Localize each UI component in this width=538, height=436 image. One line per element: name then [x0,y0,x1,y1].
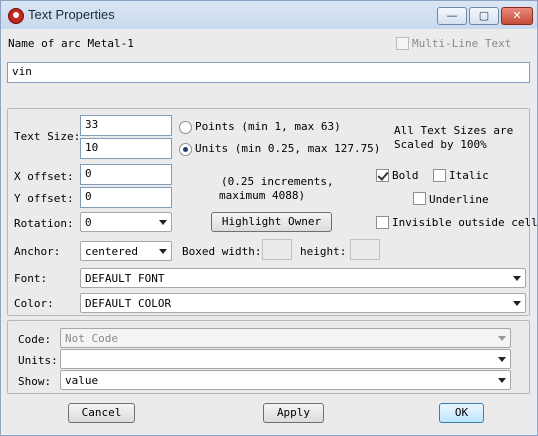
arc-name-label: Name of arc Metal-1 [8,37,134,50]
y-offset-input[interactable]: 0 [80,187,172,208]
units-select[interactable] [60,349,511,369]
font-label: Font: [14,272,48,285]
cancel-button[interactable]: Cancel [68,403,135,423]
code-label: Code: [18,333,52,346]
minimize-button[interactable]: — [437,7,467,25]
show-label: Show: [18,375,52,388]
units-size-input[interactable]: 10 [80,138,172,159]
boxed-height-input[interactable] [350,239,380,260]
color-select[interactable]: DEFAULT COLOR [80,293,526,313]
points-radio[interactable] [179,121,192,134]
units-radio-selected-dot [183,147,188,152]
units-label: Units: [18,354,58,367]
text-size-label: Text Size: [14,130,81,143]
points-radio-label: Points (min 1, max 63) [195,120,341,133]
italic-checkbox[interactable] [433,169,446,182]
italic-label: Italic [449,169,489,182]
x-offset-label: X offset: [14,170,74,183]
boxed-width-label: Boxed width: [182,245,262,258]
close-button[interactable]: ✕ [501,7,533,25]
points-size-input[interactable]: 33 [80,115,172,136]
color-value: DEFAULT COLOR [85,297,172,310]
anchor-label: Anchor: [14,245,61,258]
title-bar[interactable]: Text Properties — ▢ ✕ [1,1,537,29]
rotation-select[interactable]: 0 [80,212,172,232]
underline-label: Underline [429,193,489,206]
boxed-width-input[interactable] [262,239,292,260]
underline-checkbox[interactable] [413,192,426,205]
bold-label: Bold [392,169,419,182]
maximize-button[interactable]: ▢ [469,7,499,25]
chevron-down-icon [498,357,506,362]
chevron-down-icon [498,378,506,383]
chevron-down-icon [513,276,521,281]
scale-note-line1: All Text Sizes are [394,124,514,137]
code-select[interactable]: Not Code [60,328,511,348]
font-select[interactable]: DEFAULT FONT [80,268,526,288]
font-value: DEFAULT FONT [85,272,165,285]
chevron-down-icon [498,336,506,341]
anchor-value: centered [85,245,138,258]
dialog-body: Name of arc Metal-1 Multi-Line Text vin … [2,29,538,434]
multi-line-checkbox[interactable] [396,37,409,50]
color-label: Color: [14,297,54,310]
chevron-down-icon [159,249,167,254]
bold-checkbox[interactable] [376,169,389,182]
chevron-down-icon [159,220,167,225]
app-icon [8,8,24,24]
highlight-owner-button[interactable]: Highlight Owner [211,212,332,232]
x-offset-input[interactable]: 0 [80,164,172,185]
show-select[interactable]: value [60,370,511,390]
anchor-select[interactable]: centered [80,241,172,261]
rotation-value: 0 [85,216,92,229]
scale-note-line2: Scaled by 100% [394,138,487,151]
rotation-label: Rotation: [14,217,74,230]
y-offset-label: Y offset: [14,192,74,205]
increments-note-line1: (0.25 increments, [221,175,334,188]
units-radio[interactable] [179,143,192,156]
bold-checkmark-icon [377,169,389,181]
text-properties-dialog: Text Properties — ▢ ✕ Name of arc Metal-… [0,0,538,436]
invisible-outside-cell-checkbox[interactable] [376,216,389,229]
increments-note-line2: maximum 4088) [219,189,306,202]
ok-button[interactable]: OK [439,403,484,423]
chevron-down-icon [513,301,521,306]
window-title: Text Properties [28,7,115,22]
code-value: Not Code [65,332,118,345]
text-value-input[interactable]: vin [7,62,530,83]
boxed-height-label: height: [300,245,347,258]
invisible-outside-cell-label: Invisible outside cell [392,216,538,229]
apply-button[interactable]: Apply [263,403,324,423]
show-value: value [65,374,99,387]
units-radio-label: Units (min 0.25, max 127.75) [195,142,381,155]
multi-line-label: Multi-Line Text [412,37,512,50]
